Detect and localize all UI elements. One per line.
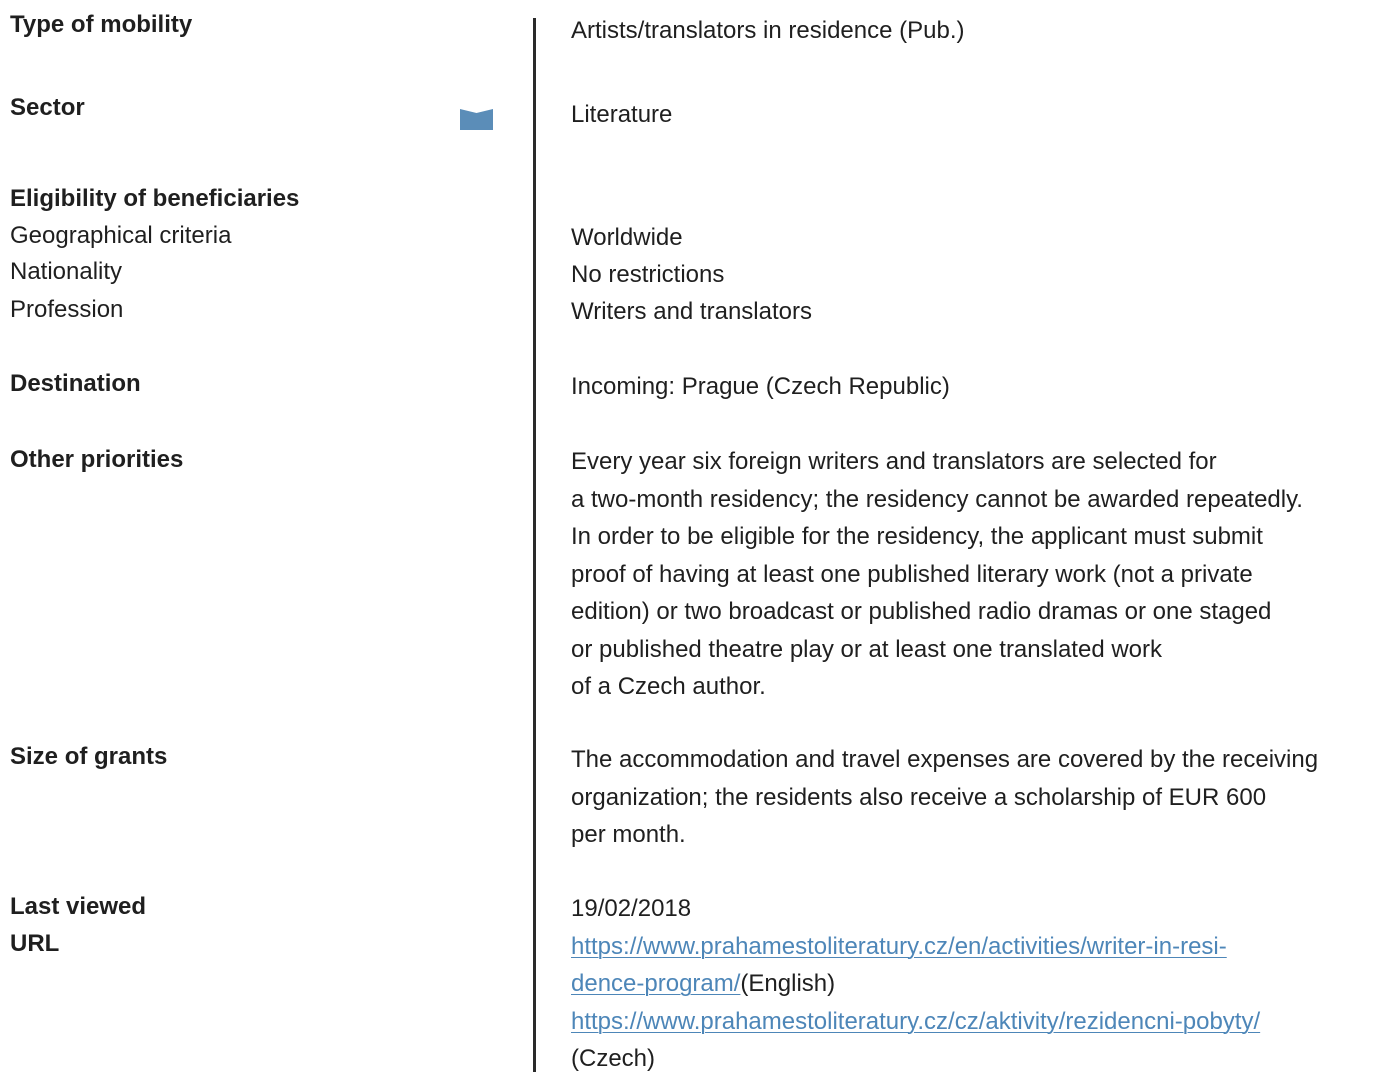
text-line: In order to be eligible for the residenc… [571,523,1263,550]
text-line: organization; the residents also receive… [571,783,1267,811]
text-line: The accommodation and travel expenses ar… [571,746,1319,773]
value-last-viewed-and-urls: 19/02/2018 https://www.prahamestoliterat… [571,890,1260,1078]
url-english-language: (English) [740,970,836,997]
url-czech-link[interactable]: https://www.prahamestoliteratury.cz/cz/a… [571,1008,1260,1035]
label-last-viewed: Last viewed [10,893,147,920]
label-type-of-mobility: Type of mobility [10,11,193,38]
label-size-of-grants: Size of grants [10,743,168,770]
value-other-priorities: Every year six foreign writers and trans… [571,443,1303,706]
bookmark-icon [460,109,493,130]
label-profession: Profession [10,296,124,323]
text-line: or published theatre play or at least on… [571,635,1163,663]
value-profession: Writers and translators [571,298,812,325]
url-english-link[interactable]: https://www.prahamestoliteratury.cz/en/a… [571,933,1227,960]
label-eligibility: Eligibility of beneficiaries [10,185,300,212]
url-czech-line: https://www.prahamestoliteratury.cz/cz/a… [571,1003,1260,1041]
url-english-line: dence-program/(English) [571,965,1260,1003]
last-viewed-date: 19/02/2018 [571,895,692,922]
value-sector: Literature [571,101,673,128]
label-url: URL [10,930,60,957]
text-line: edition) or two broadcast or published r… [571,598,1272,625]
column-divider [533,18,536,1072]
label-sector: Sector [10,94,85,121]
text-line: Every year six foreign writers and trans… [571,448,1217,475]
text-line: a two-month residency; the residency can… [571,485,1303,513]
label-geographical-criteria: Geographical criteria [10,222,232,249]
value-type-of-mobility: Artists/translators in residence (Pub.) [571,17,965,44]
url-english-line: https://www.prahamestoliteratury.cz/en/a… [571,928,1260,966]
label-destination: Destination [10,370,141,397]
text-line: proof of having at least one published l… [571,560,1253,588]
text-line: per month. [571,821,686,848]
value-size-of-grants: The accommodation and travel expenses ar… [571,741,1318,854]
label-other-priorities: Other priorities [10,446,184,473]
value-geographical-criteria: Worldwide [571,224,683,251]
label-nationality: Nationality [10,258,123,285]
url-english-link[interactable]: dence-program/ [571,970,740,997]
value-destination: Incoming: Prague (Czech Republic) [571,373,950,400]
text-line: of a Czech author. [571,673,766,700]
value-nationality: No restrictions [571,261,725,288]
